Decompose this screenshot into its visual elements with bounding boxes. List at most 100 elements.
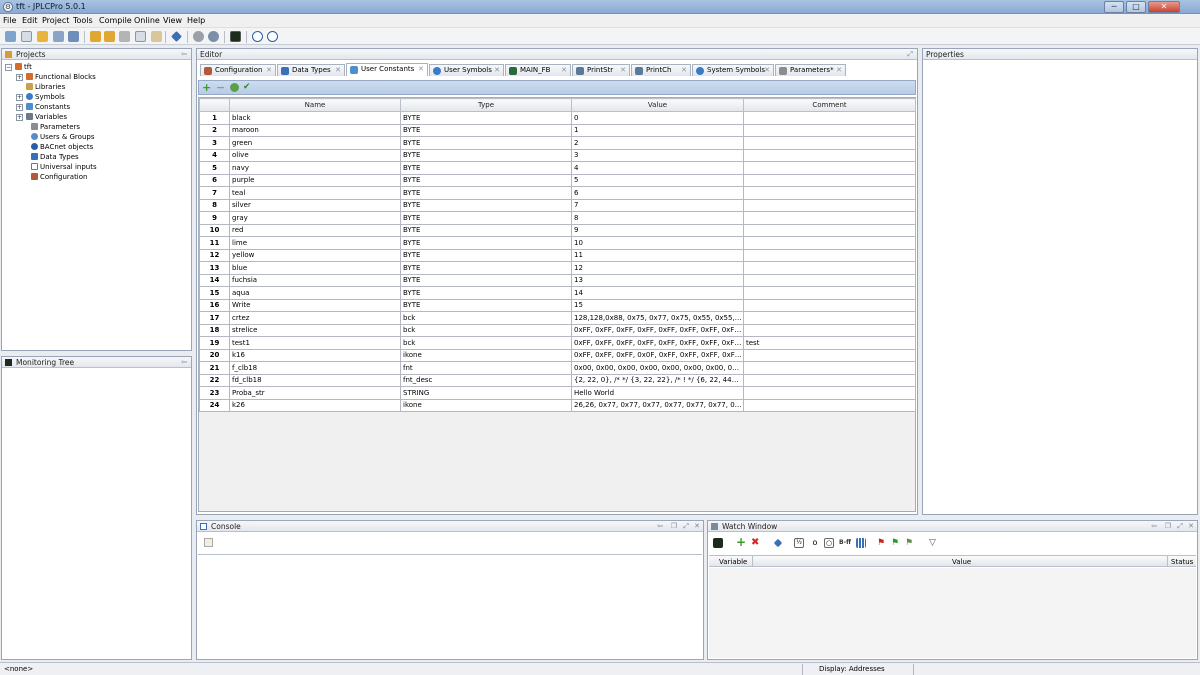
tree-root[interactable]: tft: [15, 63, 32, 71]
close-button[interactable]: ✕: [1148, 1, 1180, 13]
tree-item-bacnet-objects[interactable]: BACnet objects: [31, 143, 93, 151]
tree-expand-icon[interactable]: +: [16, 104, 23, 111]
constant-comment[interactable]: [743, 211, 916, 225]
tab-configuration[interactable]: Configuration ✕: [200, 64, 276, 76]
constant-name[interactable]: olive: [229, 148, 401, 162]
row-number[interactable]: 8: [199, 198, 230, 212]
constant-value[interactable]: 15: [571, 298, 744, 312]
constant-value[interactable]: 0xFF, 0xFF, 0xFF, 0x0F, 0xFF, 0xFF, 0xFF…: [571, 348, 744, 362]
check-icon[interactable]: ✔: [243, 82, 251, 92]
constant-value[interactable]: 8: [571, 211, 744, 225]
table-row[interactable]: 4 olive BYTE 3: [199, 148, 916, 162]
compile-icon[interactable]: [171, 31, 182, 42]
menu-project[interactable]: Project: [42, 16, 69, 25]
constant-comment[interactable]: [743, 273, 916, 287]
constant-type[interactable]: BYTE: [400, 186, 572, 200]
fraction-format-icon[interactable]: ½: [794, 538, 804, 548]
constant-value[interactable]: 10: [571, 236, 744, 250]
constant-value[interactable]: 2: [571, 136, 744, 150]
constant-name[interactable]: Write: [229, 298, 401, 312]
clear-console-icon[interactable]: [204, 538, 213, 547]
tree-item-variables[interactable]: Variables: [26, 113, 67, 121]
table-row[interactable]: 1 black BYTE 0: [199, 111, 916, 125]
constant-value[interactable]: 3: [571, 148, 744, 162]
tree-item-functional-blocks[interactable]: Functional Blocks: [26, 73, 96, 81]
close-tab-icon[interactable]: ✕: [620, 65, 626, 76]
constant-type[interactable]: BYTE: [400, 173, 572, 187]
constant-comment[interactable]: [743, 286, 916, 300]
constant-comment[interactable]: [743, 161, 916, 175]
constant-comment[interactable]: [743, 136, 916, 150]
constant-name[interactable]: blue: [229, 261, 401, 275]
constant-name[interactable]: f_clb18: [229, 361, 401, 375]
table-row[interactable]: 3 green BYTE 2: [199, 136, 916, 150]
table-row[interactable]: 16 Write BYTE 15: [199, 298, 916, 312]
constant-name[interactable]: k16: [229, 348, 401, 362]
constant-name[interactable]: purple: [229, 173, 401, 187]
constant-value[interactable]: 7: [571, 198, 744, 212]
table-row[interactable]: 19 test1 bck 0xFF, 0xFF, 0xFF, 0xFF, 0xFF, …: [199, 336, 916, 350]
new-file-icon[interactable]: [21, 31, 32, 42]
column-header-value[interactable]: Value: [571, 98, 744, 112]
tree-item-data-types[interactable]: Data Types: [31, 153, 79, 161]
constant-comment[interactable]: [743, 198, 916, 212]
menu-compile[interactable]: Compile: [99, 16, 132, 25]
close-tab-icon[interactable]: ✕: [418, 64, 424, 75]
panel-minimize-icon[interactable]: ⇦: [657, 522, 663, 530]
tab-system-symbols[interactable]: System Symbols ✕: [692, 64, 774, 76]
constant-name[interactable]: green: [229, 136, 401, 150]
panel-close-icon[interactable]: ✕: [694, 522, 700, 530]
constant-type[interactable]: bck: [400, 336, 572, 350]
constant-name[interactable]: fuchsia: [229, 273, 401, 287]
table-row[interactable]: 15 aqua BYTE 14: [199, 286, 916, 300]
row-number[interactable]: 17: [199, 311, 230, 325]
monitor-icon[interactable]: [230, 31, 241, 42]
constant-value[interactable]: 12: [571, 261, 744, 275]
close-tab-icon[interactable]: ✕: [494, 65, 500, 76]
row-number[interactable]: 6: [199, 173, 230, 187]
close-tab-icon[interactable]: ✕: [764, 65, 770, 76]
constant-value[interactable]: 5: [571, 173, 744, 187]
constant-value[interactable]: 0xFF, 0xFF, 0xFF, 0xFF, 0xFF, 0xFF, 0xFF…: [571, 323, 744, 337]
table-row[interactable]: 20 k16 ikone 0xFF, 0xFF, 0xFF, 0x0F, 0xFF, …: [199, 348, 916, 362]
zoom-in-icon[interactable]: [252, 31, 263, 42]
constant-type[interactable]: BYTE: [400, 298, 572, 312]
column-header-variable[interactable]: Variable: [719, 558, 747, 566]
tree-expand-icon[interactable]: +: [16, 94, 23, 101]
constant-type[interactable]: BYTE: [400, 261, 572, 275]
constant-value[interactable]: Hello World: [571, 386, 744, 400]
constant-name[interactable]: strelice: [229, 323, 401, 337]
row-number[interactable]: 3: [199, 136, 230, 150]
constant-comment[interactable]: [743, 223, 916, 237]
row-number[interactable]: 21: [199, 361, 230, 375]
constant-value[interactable]: 0: [571, 111, 744, 125]
minimize-button[interactable]: ─: [1104, 1, 1124, 13]
constant-value[interactable]: 13: [571, 273, 744, 287]
tree-item-parameters[interactable]: Parameters: [31, 123, 80, 131]
maximize-button[interactable]: □: [1126, 1, 1146, 13]
constant-name[interactable]: aqua: [229, 286, 401, 300]
constant-name[interactable]: silver: [229, 198, 401, 212]
add-row-icon[interactable]: +: [202, 82, 211, 93]
table-row[interactable]: 18 strelice bck 0xFF, 0xFF, 0xFF, 0xFF, 0xF…: [199, 323, 916, 337]
column-header-name[interactable]: Name: [229, 98, 401, 112]
flag-icon[interactable]: ⚑: [905, 538, 915, 548]
constant-comment[interactable]: [743, 261, 916, 275]
open-folder-icon[interactable]: [37, 31, 48, 42]
panel-close-icon[interactable]: ✕: [1188, 522, 1194, 530]
tab-main-fb[interactable]: MAIN_FB ✕: [505, 64, 571, 76]
row-number[interactable]: 20: [199, 348, 230, 362]
refresh-icon[interactable]: [230, 83, 239, 92]
save-icon[interactable]: [53, 31, 64, 42]
close-tab-icon[interactable]: ✕: [266, 65, 272, 76]
constant-name[interactable]: red: [229, 223, 401, 237]
constant-type[interactable]: BYTE: [400, 148, 572, 162]
table-row[interactable]: 2 maroon BYTE 1: [199, 123, 916, 137]
constant-type[interactable]: BYTE: [400, 248, 572, 262]
decimal-format-icon[interactable]: o: [810, 538, 820, 548]
tree-item-configuration[interactable]: Configuration: [31, 173, 87, 181]
close-tab-icon[interactable]: ✕: [681, 65, 687, 76]
row-number[interactable]: 24: [199, 398, 230, 412]
column-header-comment[interactable]: Comment: [743, 98, 916, 112]
remove-watch-icon[interactable]: ✖: [751, 538, 761, 548]
